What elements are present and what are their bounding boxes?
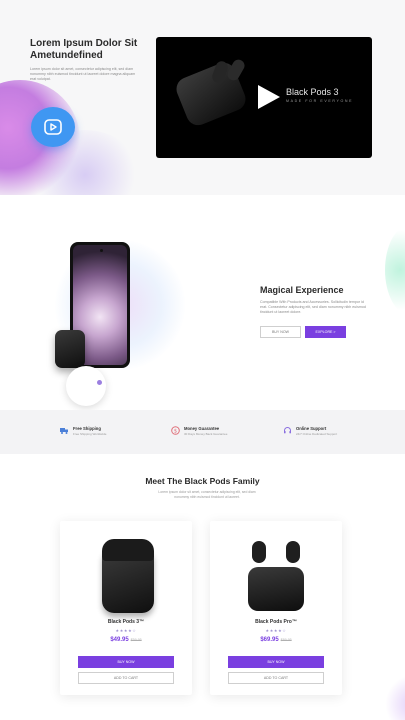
product-name: Black Pods 3™ (107, 619, 145, 625)
svg-text:$: $ (174, 428, 177, 434)
hero-text: Lorem ipsum dolor sit amet, consectetur … (30, 67, 136, 81)
camera-dot (100, 249, 103, 252)
buy-now-button[interactable]: BUY NOW (78, 656, 174, 668)
product-card[interactable]: Black Pods Pro™ ★★★★☆ $69.95 $89.95 BUY N… (210, 521, 342, 695)
buy-now-button[interactable]: BUY NOW (228, 656, 324, 668)
product-price: $49.95 $59.95 (60, 637, 192, 643)
truck-icon (60, 426, 69, 435)
current-price: $69.95 (260, 637, 279, 643)
section-text: Compatible With Products and Accessories… (260, 300, 366, 314)
decorative-blob (385, 225, 405, 315)
star-rating: ★★★★☆ (265, 628, 287, 633)
play-button[interactable] (31, 107, 75, 147)
old-price: $89.95 (280, 638, 292, 642)
features-strip: Free Shipping Free Shipping Worldwide $ … (0, 410, 405, 454)
feature-title: Online Support (296, 426, 327, 431)
video-player[interactable]: Black Pods 3 MADE FOR EVERYONE (156, 37, 372, 158)
feature-title: Free Shipping (73, 426, 101, 431)
add-to-cart-button[interactable]: ADD TO CART (78, 672, 174, 684)
product-image (248, 539, 304, 613)
products-section: Meet The Black Pods Family Lorem ipsum d… (0, 454, 405, 720)
carousel-control[interactable] (66, 366, 106, 406)
feature-money-guarantee: $ Money Guarantee 30 Days Money Back Gua… (171, 426, 227, 436)
video-subtitle: MADE FOR EVERYONE (286, 99, 354, 103)
money-icon: $ (171, 426, 180, 435)
earbud-image (286, 541, 300, 563)
earbuds-case-image (55, 330, 85, 368)
buy-now-button[interactable]: BUY NOW (260, 326, 301, 338)
feature-title: Money Guarantee (184, 426, 220, 431)
feature-subtitle: 24/7 Online Dedicated Support (296, 432, 338, 436)
play-icon (44, 119, 62, 135)
earbuds-case-image (248, 567, 304, 611)
current-price: $49.95 (110, 637, 129, 643)
old-price: $59.95 (130, 638, 142, 642)
product-price: $69.95 $89.95 (210, 637, 342, 643)
products-subtitle: Lorem ipsum dolor sit amet, consectetur … (158, 490, 256, 499)
hero-section: Lorem Ipsum Dolor Sit Ametundefined Lore… (0, 0, 405, 195)
headset-icon (283, 426, 292, 435)
feature-free-shipping: Free Shipping Free Shipping Worldwide (60, 426, 106, 436)
add-to-cart-button[interactable]: ADD TO CART (228, 672, 324, 684)
decorative-blob (385, 674, 405, 720)
case-lid (102, 539, 154, 561)
feature-subtitle: Free Shipping Worldwide (73, 432, 107, 436)
products-title: Meet The Black Pods Family (145, 476, 260, 486)
star-rating: ★★★★☆ (115, 628, 137, 633)
feature-subtitle: 30 Days Money Back Guarantee (184, 432, 228, 436)
video-title: Black Pods 3 (286, 87, 339, 97)
explore-button[interactable]: EXPLORE > (305, 326, 346, 338)
earbud-image (225, 57, 247, 83)
indicator-dot (97, 380, 102, 385)
product-name: Black Pods Pro™ (255, 619, 297, 625)
magical-experience-section: Magical Experience Compatible With Produ… (0, 195, 405, 410)
product-card[interactable]: Black Pods 3™ ★★★★☆ $49.95 $59.95 BUY NOW… (60, 521, 192, 695)
hero-title: Lorem Ipsum Dolor Sit Ametundefined (30, 38, 138, 61)
video-play-icon[interactable] (256, 83, 282, 111)
feature-online-support: Online Support 24/7 Online Dedicated Sup… (283, 426, 337, 436)
earbud-image (252, 541, 266, 563)
product-image (98, 539, 154, 613)
section-title: Magical Experience (260, 285, 344, 295)
